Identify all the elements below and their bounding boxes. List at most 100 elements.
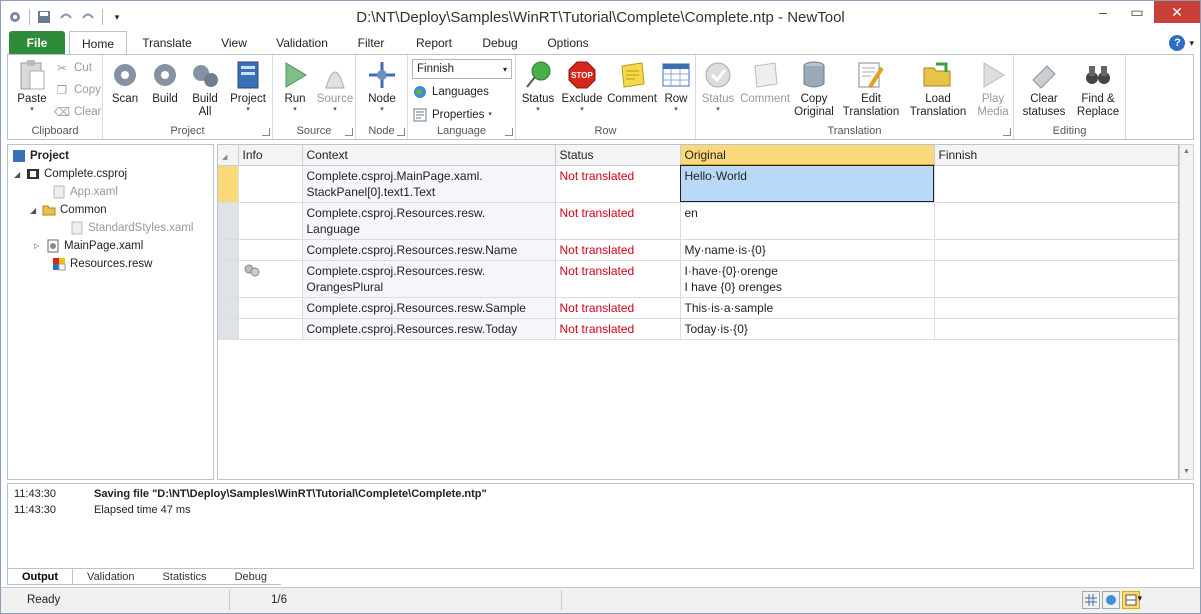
row-status-button[interactable]: Status ▾ [518, 59, 558, 114]
find-replace-button[interactable]: Find & Replace [1072, 59, 1124, 119]
node-button[interactable]: Node ▾ [362, 59, 402, 114]
table-row[interactable]: Complete.csproj.MainPage.xaml. StackPanel… [218, 165, 1178, 203]
context-cell[interactable]: Complete.csproj.Resources.resw.Name [302, 239, 556, 261]
header-corner[interactable]: ◢ [218, 145, 239, 166]
exclude-button[interactable]: STOP Exclude ▾ [560, 59, 604, 114]
scroll-down-icon[interactable]: ▼ [1180, 465, 1193, 479]
row-indicator[interactable] [218, 202, 239, 240]
tab-options[interactable]: Options [540, 31, 596, 55]
finnish-cell[interactable] [934, 165, 1178, 203]
row-indicator[interactable] [218, 165, 239, 203]
expand-icon[interactable]: ◢ [30, 206, 38, 215]
context-cell[interactable]: Complete.csproj.Resources.resw. Language [302, 202, 556, 240]
clear-statuses-button[interactable]: Clear statuses [1016, 59, 1072, 119]
tab-file[interactable]: File [9, 31, 65, 55]
info-cell[interactable] [238, 202, 303, 240]
table-row[interactable]: Complete.csproj.Resources.resw. OrangesPl… [218, 260, 1178, 298]
tab-output-debug[interactable]: Debug [220, 569, 281, 585]
help-icon[interactable]: ? [1169, 35, 1186, 51]
info-cell[interactable] [238, 239, 303, 261]
column-header-info[interactable]: Info [238, 145, 303, 166]
play-media-button[interactable]: Play Media [974, 59, 1012, 119]
source-button[interactable]: Source ▾ [315, 59, 355, 114]
context-cell[interactable]: Complete.csproj.Resources.resw.Today [302, 318, 556, 340]
build-all-button[interactable]: Build All [187, 59, 223, 119]
tree-item-standardstyles-xaml[interactable]: StandardStyles.xaml [70, 219, 193, 237]
tree-root-project[interactable]: Project [12, 147, 69, 165]
copy-button[interactable]: ❐ Copy [54, 80, 101, 100]
tree-item-app-xaml[interactable]: App.xaml [52, 183, 118, 201]
status-options-icon[interactable]: ▾ [1137, 593, 1142, 604]
languages-button[interactable]: Languages [412, 82, 489, 102]
info-cell[interactable] [238, 318, 303, 340]
row-button[interactable]: Row ▾ [658, 59, 694, 114]
node-launcher-icon[interactable] [397, 128, 405, 136]
tree-item-mainpage-xaml[interactable]: ▷ MainPage.xaml [34, 237, 143, 255]
scroll-up-icon[interactable]: ▲ [1180, 145, 1193, 159]
context-cell[interactable]: Complete.csproj.Resources.resw.Sample [302, 297, 556, 319]
build-button[interactable]: Build [147, 59, 183, 106]
cut-button[interactable]: ✂ Cut [54, 58, 92, 78]
grid-scrollbar[interactable]: ▲ ▼ [1179, 144, 1194, 480]
tab-translate[interactable]: Translate [136, 31, 198, 55]
table-row[interactable]: Complete.csproj.Resources.resw. Language … [218, 202, 1178, 240]
scan-button[interactable]: Scan [107, 59, 143, 106]
column-header-original[interactable]: Original [680, 145, 935, 166]
collapse-icon[interactable]: ▷ [34, 242, 42, 250]
row-indicator[interactable] [218, 239, 239, 261]
original-cell[interactable]: Today·is·{0} [680, 318, 935, 340]
original-cell[interactable]: en [680, 202, 935, 240]
info-cell[interactable] [238, 165, 303, 203]
original-cell[interactable]: My·name·is·{0} [680, 239, 935, 261]
status-cell[interactable]: Not translated [555, 297, 681, 319]
project-launcher-icon[interactable] [262, 128, 270, 136]
properties-button[interactable]: Properties ▾ [412, 105, 492, 125]
copy-original-button[interactable]: Copy Original [792, 59, 836, 119]
finnish-cell[interactable] [934, 202, 1178, 240]
tab-validation[interactable]: Validation [271, 31, 333, 55]
tree-item-complete-csproj[interactable]: ◢ Complete.csproj [14, 165, 127, 183]
edit-translation-button[interactable]: Edit Translation [840, 59, 902, 119]
column-header-context[interactable]: Context [302, 145, 556, 166]
status-cell[interactable]: Not translated [555, 239, 681, 261]
original-cell[interactable]: I·have·{0}·orenge I have {0} orenges [680, 260, 935, 298]
source-launcher-icon[interactable] [345, 128, 353, 136]
context-cell[interactable]: Complete.csproj.Resources.resw. OrangesPl… [302, 260, 556, 298]
status-cell[interactable]: Not translated [555, 202, 681, 240]
load-translation-button[interactable]: Load Translation [904, 59, 972, 119]
row-indicator[interactable] [218, 318, 239, 340]
finnish-cell[interactable] [934, 239, 1178, 261]
tab-home[interactable]: Home [69, 31, 127, 56]
tab-output-validation[interactable]: Validation [73, 569, 149, 585]
tab-report[interactable]: Report [408, 31, 460, 55]
tree-item-resources-resw[interactable]: Resources.resw [52, 255, 152, 273]
translation-comment-button[interactable]: Comment [740, 59, 790, 106]
row-indicator[interactable] [218, 260, 239, 298]
clear-button[interactable]: ⌫ Clear [54, 102, 102, 122]
globe-view-icon[interactable] [1102, 591, 1120, 609]
original-cell[interactable]: Hello·World [680, 165, 935, 203]
context-cell[interactable]: Complete.csproj.MainPage.xaml. StackPanel… [302, 165, 556, 203]
column-header-finnish[interactable]: Finnish [934, 145, 1178, 166]
finnish-cell[interactable] [934, 260, 1178, 298]
grid-view-icon[interactable] [1082, 591, 1100, 609]
table-row[interactable]: Complete.csproj.Resources.resw.Sample No… [218, 297, 1178, 319]
tree-item-common[interactable]: ◢ Common [30, 201, 107, 219]
status-cell[interactable]: Not translated [555, 318, 681, 340]
minimize-button[interactable]: – [1086, 1, 1120, 23]
finnish-cell[interactable] [934, 297, 1178, 319]
row-comment-button[interactable]: Comment [607, 59, 657, 106]
close-button[interactable]: ✕ [1154, 1, 1200, 23]
expand-icon[interactable]: ◢ [14, 170, 22, 179]
run-button[interactable]: Run ▾ [277, 59, 313, 114]
original-cell[interactable]: This·is·a·sample [680, 297, 935, 319]
info-cell[interactable] [238, 260, 303, 298]
tab-debug[interactable]: Debug [475, 31, 525, 55]
table-row[interactable]: Complete.csproj.Resources.resw.Name Not … [218, 239, 1178, 261]
table-row[interactable]: Complete.csproj.Resources.resw.Today Not… [218, 318, 1178, 340]
status-cell[interactable]: Not translated [555, 260, 681, 298]
translation-status-button[interactable]: Status ▾ [698, 59, 738, 114]
column-header-status[interactable]: Status [555, 145, 681, 166]
finnish-cell[interactable] [934, 318, 1178, 340]
info-cell[interactable] [238, 297, 303, 319]
